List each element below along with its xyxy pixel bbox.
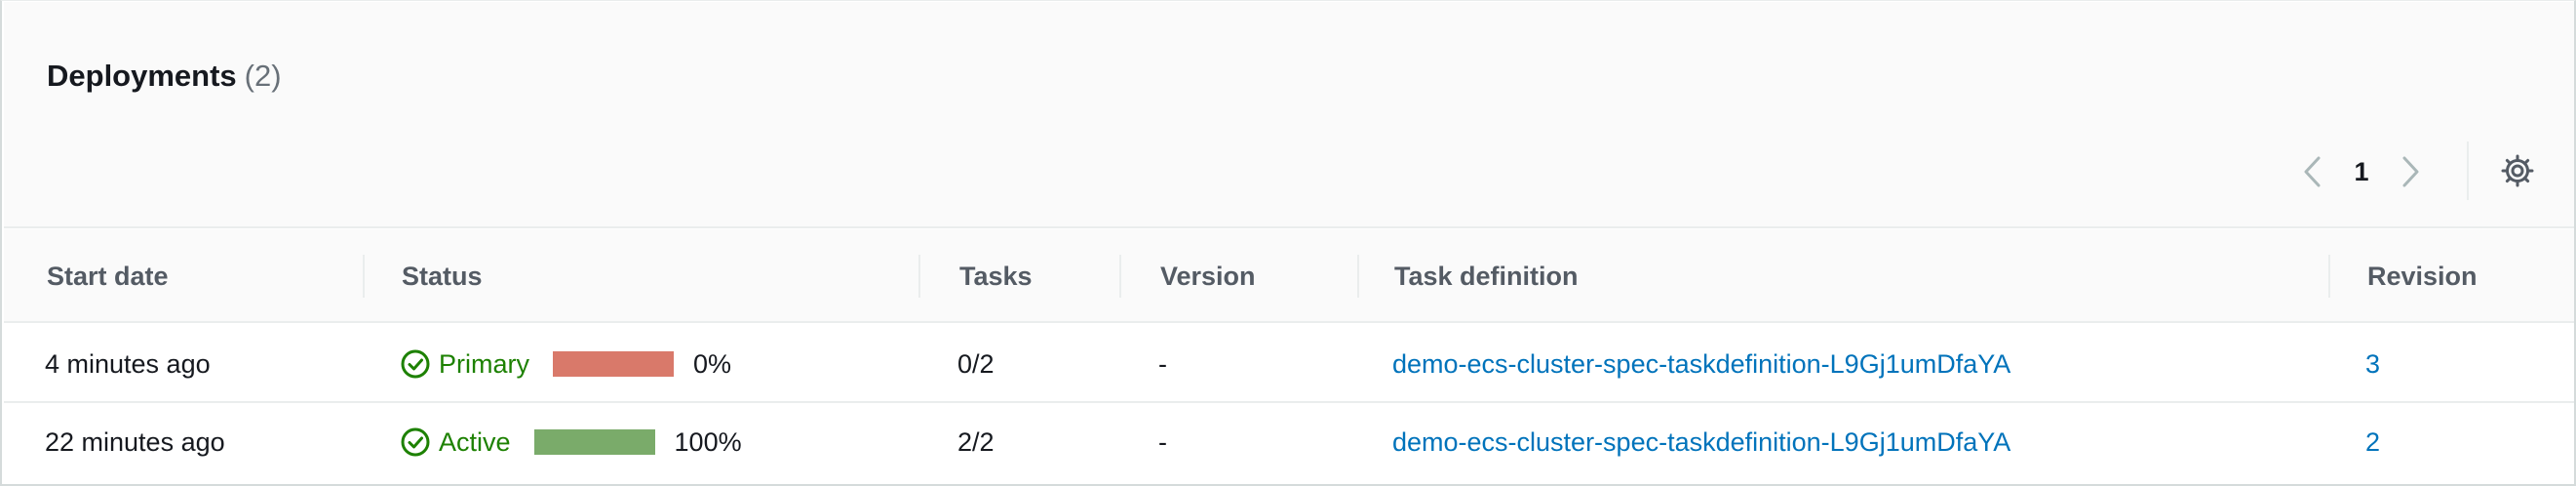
column-header-version[interactable]: Version	[1160, 229, 1256, 323]
pagination: 1	[2289, 147, 2434, 196]
tasks-cell: 2/2	[957, 426, 995, 457]
column-divider	[1119, 255, 1121, 298]
check-circle-icon	[401, 349, 430, 379]
column-header-start-date[interactable]: Start date	[47, 229, 169, 323]
start-date-cell: 22 minutes ago	[45, 426, 225, 457]
status-label: Active	[439, 426, 511, 457]
current-page-number[interactable]: 1	[2334, 157, 2389, 187]
panel-title: Deployments (2)	[47, 59, 282, 94]
column-header-tasks[interactable]: Tasks	[959, 229, 1033, 323]
table-row: 4 minutes ago Primary 0% 0/2 - demo-ecs-…	[4, 325, 2574, 403]
tasks-cell: 0/2	[957, 348, 995, 379]
revision-link[interactable]: 2	[2365, 403, 2380, 481]
column-divider	[1357, 255, 1359, 298]
version-cell: -	[1158, 426, 1167, 457]
progress-percent: 100%	[674, 426, 742, 457]
gear-icon	[2501, 154, 2534, 187]
previous-page-button[interactable]	[2289, 149, 2334, 194]
table-header: Start date Status Tasks Version Task def…	[4, 229, 2574, 323]
progress-bar	[533, 429, 655, 455]
title-text: Deployments	[47, 59, 237, 93]
next-page-button[interactable]	[2389, 149, 2434, 194]
start-date-cell: 4 minutes ago	[45, 348, 211, 379]
preferences-button[interactable]	[2496, 149, 2539, 192]
version-cell: -	[1158, 348, 1167, 379]
column-divider	[363, 255, 365, 298]
column-divider	[918, 255, 920, 298]
revision-link[interactable]: 3	[2365, 325, 2380, 403]
task-definition-link[interactable]: demo-ecs-cluster-spec-taskdefinition-L9G…	[1392, 403, 2010, 481]
task-definition-link[interactable]: demo-ecs-cluster-spec-taskdefinition-L9G…	[1392, 325, 2010, 403]
table-row: 22 minutes ago Active 100% 2/2 - demo-ec…	[4, 403, 2574, 481]
column-header-revision[interactable]: Revision	[2367, 229, 2478, 323]
check-circle-icon	[401, 427, 430, 457]
column-header-status[interactable]: Status	[402, 229, 483, 323]
pagination-divider	[2467, 142, 2469, 200]
column-header-task-definition[interactable]: Task definition	[1394, 229, 1579, 323]
progress-bar	[553, 351, 674, 377]
status-cell: Primary 0%	[400, 325, 731, 403]
status-label: Primary	[439, 348, 529, 379]
chevron-left-icon	[2304, 156, 2321, 187]
chevron-right-icon	[2402, 156, 2419, 187]
progress-percent: 0%	[693, 348, 732, 379]
status-cell: Active 100%	[400, 403, 742, 481]
column-divider	[2328, 255, 2330, 298]
title-count: (2)	[244, 59, 282, 93]
deployments-panel: Deployments (2) 1 Start date Status Task…	[0, 0, 2576, 486]
panel-header: Deployments (2)	[4, 2, 2574, 228]
